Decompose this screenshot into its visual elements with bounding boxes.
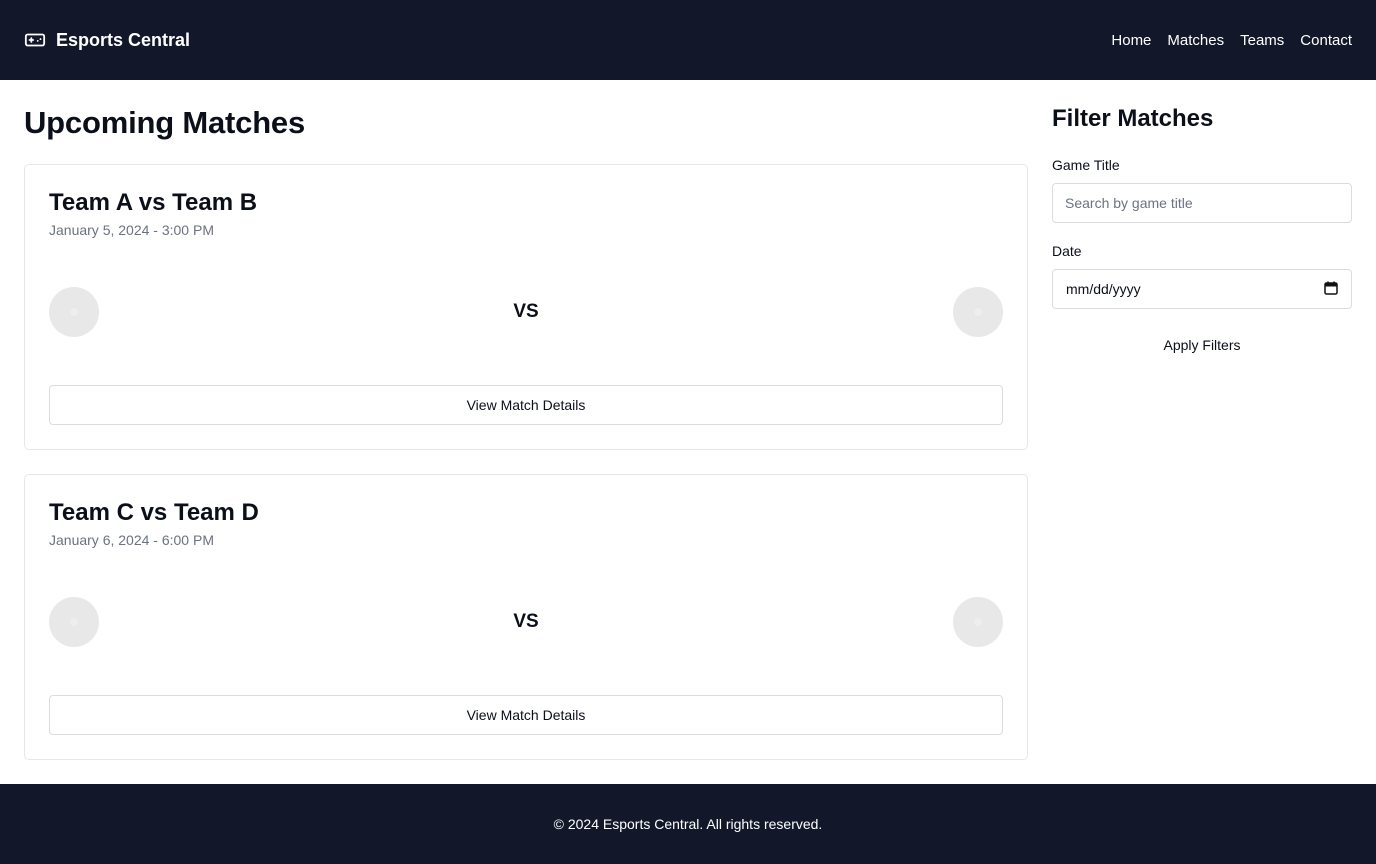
match-card: Team C vs Team D January 6, 2024 - 6:00 … xyxy=(24,474,1028,760)
match-title: Team C vs Team D xyxy=(49,499,259,526)
page-title: Upcoming Matches xyxy=(24,105,306,140)
date-label: Date xyxy=(1052,243,1082,259)
match-card: Team A vs Team B January 5, 2024 - 3:00 … xyxy=(24,164,1028,450)
view-match-details-button[interactable]: View Match Details xyxy=(49,385,1003,425)
apply-filters-button[interactable]: Apply Filters xyxy=(1052,325,1352,365)
matchup-row: VS xyxy=(49,597,1003,647)
copyright-text: © 2024 Esports Central. All rights reser… xyxy=(553,816,823,832)
site-footer: © 2024 Esports Central. All rights reser… xyxy=(0,784,1376,864)
game-title-input[interactable] xyxy=(1052,183,1352,223)
filter-sidebar: Filter Matches Game Title Date mm/dd/yyy… xyxy=(1052,80,1352,365)
team-logo-placeholder xyxy=(49,287,99,337)
matches-section: Upcoming Matches Team A vs Team B Januar… xyxy=(24,80,1028,760)
matchup-row: VS xyxy=(49,287,1003,337)
team-logo-placeholder xyxy=(952,287,1003,337)
nav-link-teams[interactable]: Teams xyxy=(1240,32,1284,49)
nav-link-contact[interactable]: Contact xyxy=(1300,32,1352,49)
vs-label: VS xyxy=(513,301,539,322)
nav-link-home[interactable]: Home xyxy=(1111,32,1151,49)
match-date: January 6, 2024 - 6:00 PM xyxy=(49,532,214,548)
filter-title: Filter Matches xyxy=(1052,105,1214,132)
team-logo-placeholder xyxy=(952,597,1003,647)
team-logo-placeholder xyxy=(49,597,99,647)
brand-logo-link[interactable]: Esports Central xyxy=(24,29,190,51)
date-input[interactable]: mm/dd/yyyy xyxy=(1052,269,1352,309)
main-nav: Home Matches Teams Contact xyxy=(1111,32,1352,49)
nav-link-matches[interactable]: Matches xyxy=(1167,32,1224,49)
brand-name: Esports Central xyxy=(56,29,191,50)
gamepad-icon xyxy=(24,29,46,51)
site-header: Esports Central Home Matches Teams Conta… xyxy=(0,0,1376,80)
vs-label: VS xyxy=(513,611,539,632)
match-title: Team A vs Team B xyxy=(49,189,258,216)
match-date: January 5, 2024 - 3:00 PM xyxy=(49,222,214,238)
date-placeholder: mm/dd/yyyy xyxy=(1066,281,1141,297)
game-title-label: Game Title xyxy=(1052,157,1120,173)
view-match-details-button[interactable]: View Match Details xyxy=(49,695,1003,735)
calendar-icon[interactable] xyxy=(1324,281,1338,298)
